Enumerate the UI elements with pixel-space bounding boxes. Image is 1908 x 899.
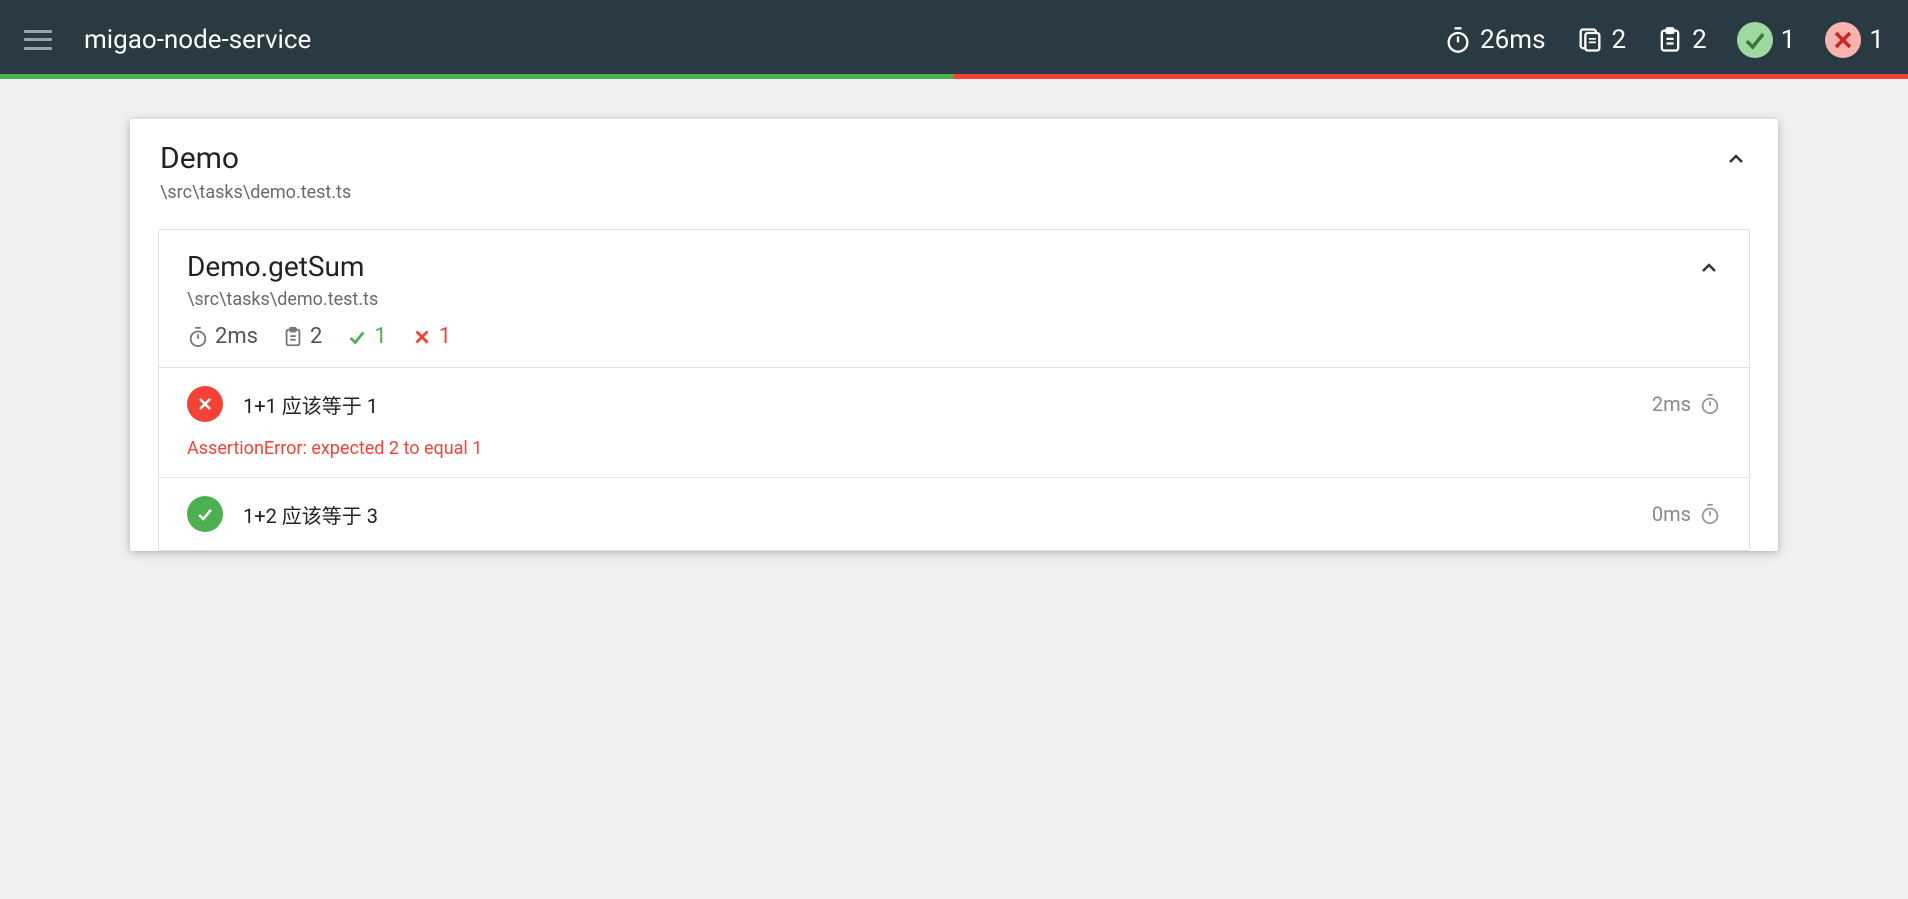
progress-pass: [0, 74, 954, 79]
suites-stat: 2: [1576, 25, 1627, 55]
failed-value: 1: [1869, 25, 1884, 55]
timer-icon: [1699, 393, 1721, 415]
progress-bar: [0, 74, 1908, 79]
timer-icon: [1699, 503, 1721, 525]
timer-icon: [1444, 26, 1472, 54]
test-name: 1+1 应该等于 1: [243, 390, 378, 419]
group-title: Demo.getSum: [187, 250, 451, 283]
app-title: migao-node-service: [84, 25, 1444, 55]
fail-badge-icon: [1825, 22, 1861, 58]
clipboard-icon: [282, 326, 304, 348]
suite-path: \src\tasks\demo.test.ts: [160, 182, 351, 203]
clipboard-icon: [1656, 26, 1684, 54]
test-error: AssertionError: expected 2 to equal 1: [187, 438, 1721, 459]
suite-header[interactable]: Demo \src\tasks\demo.test.ts: [130, 119, 1778, 229]
menu-icon[interactable]: [24, 30, 52, 50]
x-icon: [411, 326, 433, 348]
pass-badge-icon: [1737, 22, 1773, 58]
suite-title: Demo: [160, 141, 351, 176]
suites-value: 2: [1612, 25, 1627, 55]
progress-fail: [954, 74, 1908, 79]
test-row[interactable]: 1+1 应该等于 1 2ms AssertionError: expected …: [159, 368, 1749, 478]
chevron-up-icon[interactable]: [1724, 147, 1748, 171]
group-path: \src\tasks\demo.test.ts: [187, 289, 451, 310]
chevron-up-icon[interactable]: [1697, 256, 1721, 280]
duration-value: 26ms: [1480, 25, 1545, 55]
group-failed: 1: [411, 324, 451, 349]
pass-status-icon: [187, 496, 223, 532]
test-duration: 0ms: [1652, 502, 1721, 526]
tests-stat: 2: [1656, 25, 1707, 55]
test-duration: 2ms: [1652, 392, 1721, 416]
group-stats: 2ms 2 1 1: [187, 324, 451, 349]
tests-value: 2: [1692, 25, 1707, 55]
passed-stat: 1: [1737, 22, 1796, 58]
failed-stat: 1: [1825, 22, 1884, 58]
group-passed: 1: [346, 324, 386, 349]
group-header[interactable]: Demo.getSum \src\tasks\demo.test.ts 2ms …: [159, 230, 1749, 368]
fail-status-icon: [187, 386, 223, 422]
group-tests: 2: [282, 324, 322, 349]
suites-icon: [1576, 26, 1604, 54]
header-stats: 26ms 2 2 1 1: [1444, 22, 1884, 58]
duration-stat: 26ms: [1444, 25, 1545, 55]
suite-card: Demo \src\tasks\demo.test.ts Demo.getSum…: [130, 119, 1778, 551]
group-card: Demo.getSum \src\tasks\demo.test.ts 2ms …: [158, 229, 1750, 551]
app-header: migao-node-service 26ms 2 2 1 1: [0, 0, 1908, 79]
test-row[interactable]: 1+2 应该等于 3 0ms: [159, 478, 1749, 550]
timer-icon: [187, 326, 209, 348]
passed-value: 1: [1781, 25, 1796, 55]
content: Demo \src\tasks\demo.test.ts Demo.getSum…: [0, 79, 1908, 551]
test-name: 1+2 应该等于 3: [243, 500, 378, 529]
group-duration: 2ms: [187, 324, 258, 349]
check-icon: [346, 326, 368, 348]
